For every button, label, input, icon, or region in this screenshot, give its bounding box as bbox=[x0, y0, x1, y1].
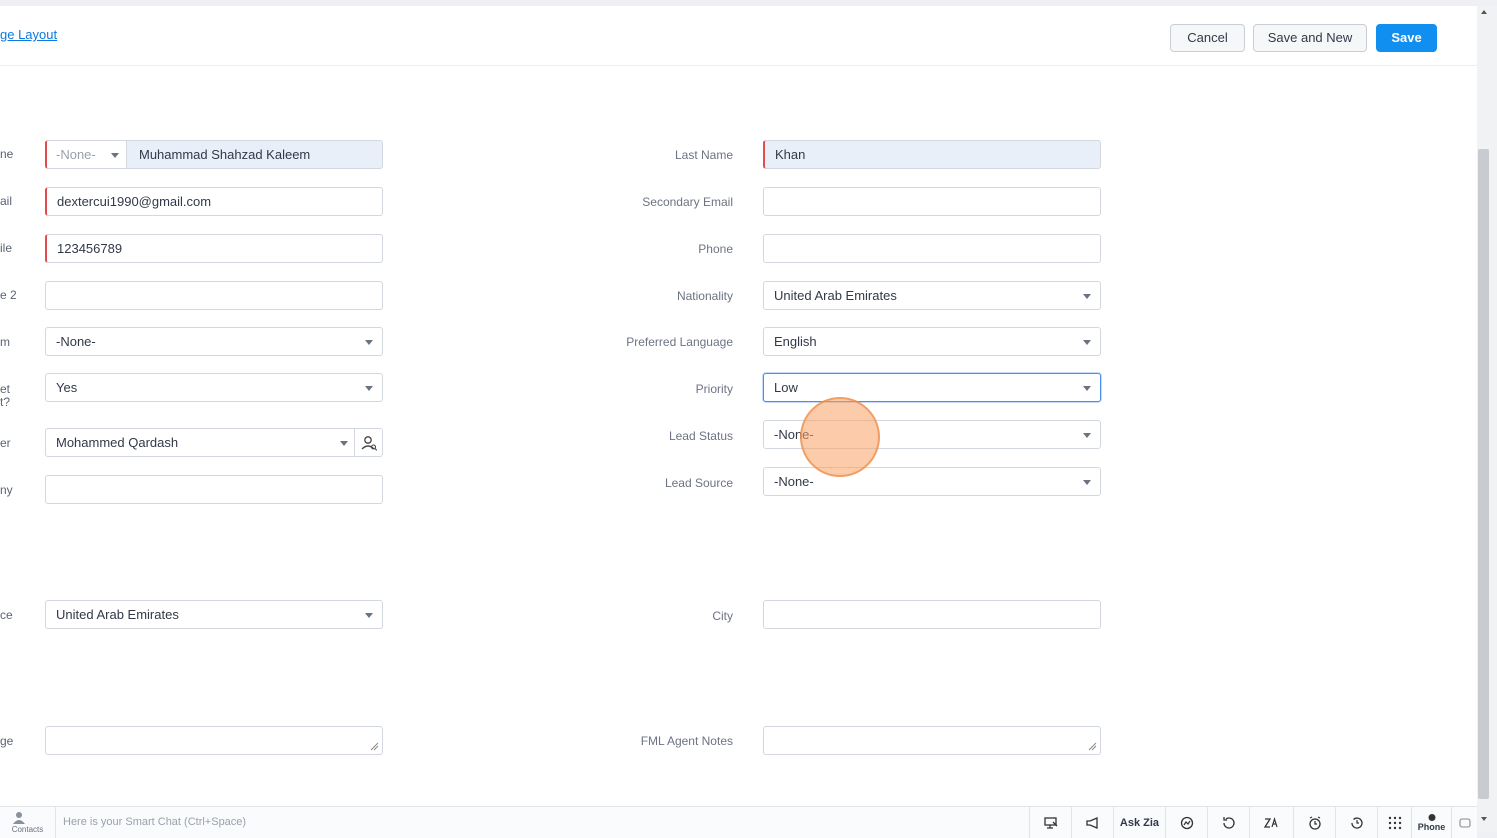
residence-label: ce bbox=[0, 608, 13, 622]
first-name-value: Muhammad Shahzad Kaleem bbox=[139, 147, 311, 162]
phone-button[interactable]: Phone bbox=[1411, 807, 1451, 838]
salutation-select[interactable]: -None- bbox=[47, 141, 127, 168]
resize-grip-icon[interactable] bbox=[1088, 742, 1097, 751]
vertical-scrollbar[interactable] bbox=[1477, 6, 1497, 832]
owner-label: er bbox=[0, 436, 11, 450]
secondary-email-field[interactable] bbox=[763, 187, 1101, 216]
chevron-down-icon bbox=[1083, 433, 1091, 438]
announcement-icon[interactable] bbox=[1071, 807, 1113, 838]
last-name-field[interactable]: Khan bbox=[763, 140, 1101, 169]
owner-lookup[interactable]: Mohammed Qardash bbox=[45, 428, 383, 457]
screen-share-icon[interactable] bbox=[1029, 807, 1071, 838]
salutation-value: -None- bbox=[56, 147, 96, 162]
apps-grid-icon[interactable] bbox=[1377, 807, 1411, 838]
form-header: ge Layout Cancel Save and New Save bbox=[0, 6, 1477, 66]
preferred-language-label: Preferred Language bbox=[626, 335, 733, 349]
from-select-value: -None- bbox=[56, 334, 96, 349]
contacts-label: Contacts bbox=[11, 825, 44, 834]
city-field[interactable] bbox=[763, 600, 1101, 629]
preferred-language-value: English bbox=[774, 334, 817, 349]
lead-status-value: -None- bbox=[774, 427, 814, 442]
translate-icon[interactable] bbox=[1249, 807, 1291, 838]
message-label: ge bbox=[0, 734, 14, 748]
chevron-down-icon bbox=[111, 153, 119, 158]
phone-label: Phone bbox=[698, 242, 733, 256]
lead-status-label: Lead Status bbox=[668, 429, 733, 443]
fml-agent-notes-label: FML Agent Notes bbox=[640, 734, 733, 748]
from-label: m bbox=[0, 335, 10, 349]
from-select[interactable]: -None- bbox=[45, 327, 383, 356]
phone-2-label: e 2 bbox=[0, 288, 17, 302]
lead-status-select[interactable]: -None- bbox=[763, 420, 1101, 449]
scroll-thumb[interactable] bbox=[1478, 149, 1489, 799]
chevron-down-icon bbox=[1083, 294, 1091, 299]
chevron-down-icon bbox=[340, 441, 348, 446]
company-field[interactable] bbox=[45, 475, 383, 504]
chevron-down-icon bbox=[1083, 386, 1091, 391]
owner-value: Mohammed Qardash bbox=[56, 435, 179, 450]
form-frame: ge Layout Cancel Save and New Save ne -N… bbox=[0, 6, 1477, 806]
residence-value: United Arab Emirates bbox=[56, 607, 179, 622]
lead-source-select[interactable]: -None- bbox=[763, 467, 1101, 496]
ask-zia-button[interactable]: Ask Zia bbox=[1113, 807, 1165, 838]
email-field[interactable]: dextercui1990@gmail.com bbox=[45, 187, 383, 216]
nationality-label: Nationality bbox=[676, 289, 733, 303]
scroll-up-icon[interactable] bbox=[1481, 10, 1487, 14]
message-textarea[interactable] bbox=[45, 726, 383, 755]
history-icon[interactable] bbox=[1335, 807, 1377, 838]
save-and-new-button[interactable]: Save and New bbox=[1253, 24, 1367, 52]
contacts-icon bbox=[13, 812, 25, 824]
phone-field[interactable] bbox=[763, 234, 1101, 263]
mobile-field[interactable]: 123456789 bbox=[45, 234, 383, 263]
lead-source-label: Lead Source bbox=[664, 476, 733, 490]
chevron-down-icon bbox=[1083, 340, 1091, 345]
contacts-button[interactable]: Contacts bbox=[0, 807, 56, 838]
secondary-email-label: Secondary Email bbox=[642, 195, 733, 209]
refresh-icon[interactable] bbox=[1207, 807, 1249, 838]
alarm-clock-icon[interactable] bbox=[1293, 807, 1335, 838]
priority-value: Low bbox=[774, 380, 798, 395]
fml-agent-notes-textarea[interactable] bbox=[763, 726, 1101, 755]
resize-grip-icon[interactable] bbox=[370, 742, 379, 751]
first-name-field[interactable]: -None- Muhammad Shahzad Kaleem bbox=[45, 140, 383, 169]
nationality-select[interactable]: United Arab Emirates bbox=[763, 281, 1101, 310]
edit-page-layout-link[interactable]: ge Layout bbox=[0, 27, 57, 42]
nationality-value: United Arab Emirates bbox=[774, 288, 897, 303]
cancel-button[interactable]: Cancel bbox=[1170, 24, 1245, 52]
lead-source-value: -None- bbox=[774, 474, 814, 489]
mobile-label: ile bbox=[0, 241, 13, 255]
chat-icon[interactable] bbox=[1451, 807, 1477, 838]
bottom-toolbar: Contacts Here is your Smart Chat (Ctrl+S… bbox=[0, 806, 1477, 838]
preferred-language-select[interactable]: English bbox=[763, 327, 1101, 356]
chevron-down-icon bbox=[365, 340, 373, 345]
yes-select-label: et t? bbox=[0, 382, 11, 409]
company-label: ny bbox=[0, 483, 13, 497]
phone-icon bbox=[1428, 814, 1435, 821]
user-lookup-icon[interactable] bbox=[354, 429, 382, 456]
residence-select[interactable]: United Arab Emirates bbox=[45, 600, 383, 629]
save-button[interactable]: Save bbox=[1376, 24, 1437, 52]
priority-label: Priority bbox=[695, 382, 733, 396]
last-name-label: Last Name bbox=[674, 148, 733, 162]
email-label: ail bbox=[0, 194, 13, 208]
phone-2-field[interactable] bbox=[45, 281, 383, 310]
scroll-down-icon[interactable] bbox=[1481, 817, 1487, 821]
chevron-down-icon bbox=[365, 613, 373, 618]
first-name-label: ne bbox=[0, 147, 14, 161]
analytics-icon[interactable] bbox=[1165, 807, 1207, 838]
chevron-down-icon bbox=[1083, 480, 1091, 485]
chevron-down-icon bbox=[365, 386, 373, 391]
yes-select[interactable]: Yes bbox=[45, 373, 383, 402]
smart-chat-input[interactable]: Here is your Smart Chat (Ctrl+Space) bbox=[63, 816, 246, 828]
yes-select-value: Yes bbox=[56, 380, 78, 395]
phone-label: Phone bbox=[1417, 822, 1446, 832]
city-label: City bbox=[712, 609, 733, 623]
priority-select[interactable]: Low bbox=[763, 373, 1101, 402]
